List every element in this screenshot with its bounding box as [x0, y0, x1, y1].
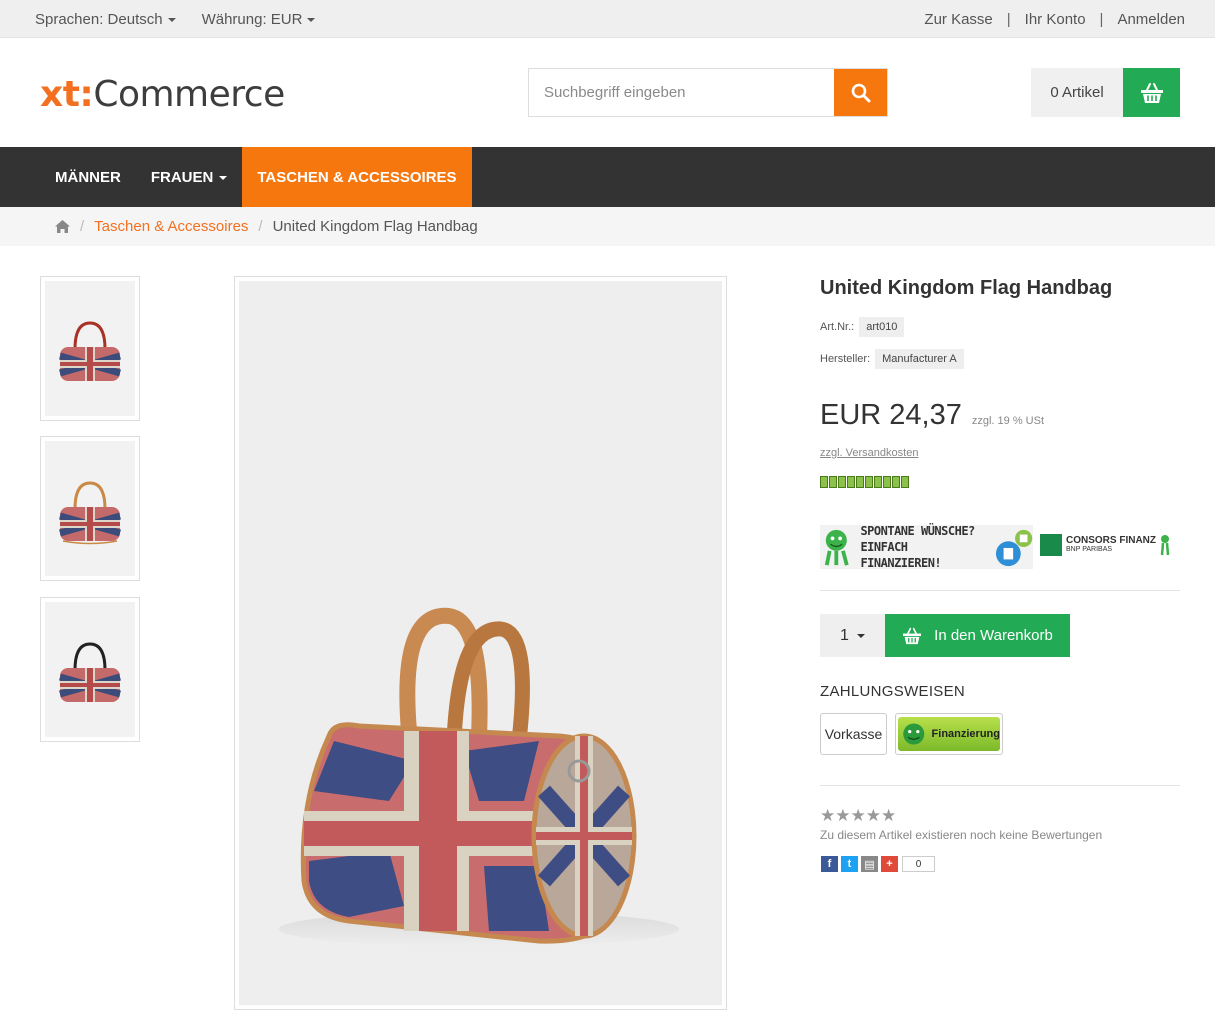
payment-vorkasse[interactable]: Vorkasse — [820, 713, 887, 755]
manufacturer-value[interactable]: Manufacturer A — [875, 349, 964, 369]
checkout-link[interactable]: Zur Kasse — [924, 11, 992, 28]
sku-row: Art.Nr.: art010 — [820, 317, 905, 337]
add-to-cart-label: In den Warenkorb — [934, 627, 1053, 644]
caret-down-icon — [219, 175, 228, 180]
bnp-logo-icon — [1040, 534, 1062, 556]
cart-widget[interactable]: 0 Artikel — [1031, 68, 1180, 117]
price-row: EUR 24,37 zzgl. 19 % USt — [820, 399, 1044, 432]
product-title: United Kingdom Flag Handbag — [820, 277, 1113, 299]
cart-button[interactable] — [1123, 68, 1180, 117]
search-input[interactable] — [529, 69, 834, 116]
add-to-cart-button[interactable]: In den Warenkorb — [885, 614, 1070, 657]
handbag-image — [59, 321, 121, 381]
nav-item-frauen[interactable]: Frauen — [136, 147, 243, 207]
payment-vorkasse-label: Vorkasse — [824, 726, 883, 742]
logo-commerce: Commerce — [93, 74, 285, 115]
finanzierung-label: Finanzierung — [931, 728, 1000, 740]
breadcrumb-separator: / — [258, 218, 263, 235]
home-icon[interactable] — [55, 220, 70, 233]
caret-down-icon — [167, 18, 176, 22]
nav-item-label: Frauen — [150, 168, 214, 186]
sku-label: Art.Nr.: — [820, 321, 855, 333]
plus-share-icon[interactable]: + — [881, 856, 898, 872]
payment-finanzierung[interactable]: Finanzierung — [895, 713, 1003, 755]
mascot-icon — [824, 529, 849, 566]
thumbnail-image — [45, 281, 135, 416]
finanzierung-badge: Finanzierung — [898, 717, 1000, 751]
manufacturer-label: Hersteller: — [820, 353, 871, 365]
thumbnail-image — [45, 441, 135, 576]
divider — [820, 785, 1180, 786]
handbag-image — [59, 642, 121, 702]
currency-label: Währung: EUR — [201, 11, 303, 28]
sku-value: art010 — [859, 317, 905, 337]
facebook-icon[interactable]: f — [821, 856, 838, 872]
quantity-select[interactable]: 1 — [820, 614, 885, 657]
twitter-icon[interactable]: t — [841, 856, 858, 872]
consors-sub: BNP PARIBAS — [1066, 546, 1113, 553]
tax-note: zzgl. 19 % USt — [971, 415, 1044, 427]
payment-heading: ZAHLUNGSWEISEN — [820, 683, 966, 700]
breadcrumb-current: United Kingdom Flag Handbag — [272, 218, 478, 235]
breadcrumb: / Taschen & Accessoires / United Kingdom… — [0, 207, 1215, 246]
quantity-value: 1 — [840, 626, 849, 644]
separator: | — [1099, 11, 1104, 28]
thumbnail-2[interactable] — [40, 436, 140, 581]
breadcrumb-separator: / — [80, 218, 85, 235]
stock-indicator — [820, 476, 909, 488]
consors-logo: CONSORS FINANZ BNP PARIBAS — [1040, 534, 1170, 556]
handbag-image — [279, 607, 679, 947]
thumbnail-1[interactable] — [40, 276, 140, 421]
account-link[interactable]: Ihr Konto — [1025, 11, 1086, 28]
basket-icon — [903, 627, 922, 644]
caret-down-icon — [856, 634, 865, 638]
nav-item-label: Taschen & Accessoires — [257, 168, 457, 186]
currency-dropdown[interactable]: Währung: EUR — [202, 11, 316, 28]
financing-banner[interactable]: SPONTANE WÜNSCHE? EINFACH FINANZIEREN! — [820, 523, 1033, 571]
breadcrumb-category[interactable]: Taschen & Accessoires — [94, 218, 248, 235]
product-photo — [239, 281, 722, 1005]
rating-stars[interactable]: ★★★★★ — [820, 806, 896, 826]
caret-down-icon — [307, 18, 316, 22]
language-label: Sprachen: Deutsch — [35, 11, 163, 28]
mascot-icon — [1160, 535, 1170, 556]
thumbnail-3[interactable] — [40, 597, 140, 742]
banner-line-1: SPONTANE WÜNSCHE? — [860, 524, 975, 538]
search-bar — [528, 68, 888, 117]
shipping-link[interactable]: zzgl. Versandkosten — [820, 447, 918, 459]
site-logo[interactable]: xt:Commerce — [40, 74, 285, 115]
print-icon[interactable]: ▤ — [861, 856, 878, 872]
thumbnail-image — [45, 602, 135, 737]
nav-item-label: Männer — [55, 168, 121, 186]
handbag-image — [59, 481, 121, 545]
search-icon — [851, 83, 870, 102]
main-product-image[interactable] — [234, 276, 727, 1010]
share-count: 0 — [902, 856, 935, 872]
nav-item-maenner[interactable]: Männer — [40, 147, 136, 207]
mascot-icon — [903, 723, 925, 745]
basket-icon — [1140, 82, 1163, 103]
manufacturer-row: Hersteller: Manufacturer A — [820, 349, 964, 369]
main-nav: Männer Frauen Taschen & Accessoires — [0, 147, 1215, 207]
login-link[interactable]: Anmelden — [1117, 11, 1185, 28]
logo-xt: xt: — [40, 74, 94, 115]
banner-text: SPONTANE WÜNSCHE? EINFACH FINANZIEREN! — [860, 523, 988, 571]
divider — [820, 590, 1180, 591]
nav-item-taschen[interactable]: Taschen & Accessoires — [242, 147, 472, 207]
no-reviews-text: Zu diesem Artikel existieren noch keine … — [820, 828, 1103, 842]
product-price: EUR 24,37 — [820, 399, 962, 431]
search-button[interactable] — [834, 69, 887, 116]
language-dropdown[interactable]: Sprachen: Deutsch — [35, 11, 176, 28]
calculator-icon — [995, 529, 1033, 567]
banner-line-2: EINFACH FINANZIEREN! — [860, 540, 942, 570]
social-share-bar: f t ▤ + 0 — [821, 856, 935, 872]
top-bar: Sprachen: Deutsch Währung: EUR Zur Kasse… — [0, 0, 1215, 38]
cart-count[interactable]: 0 Artikel — [1031, 68, 1123, 117]
separator: | — [1006, 11, 1011, 28]
